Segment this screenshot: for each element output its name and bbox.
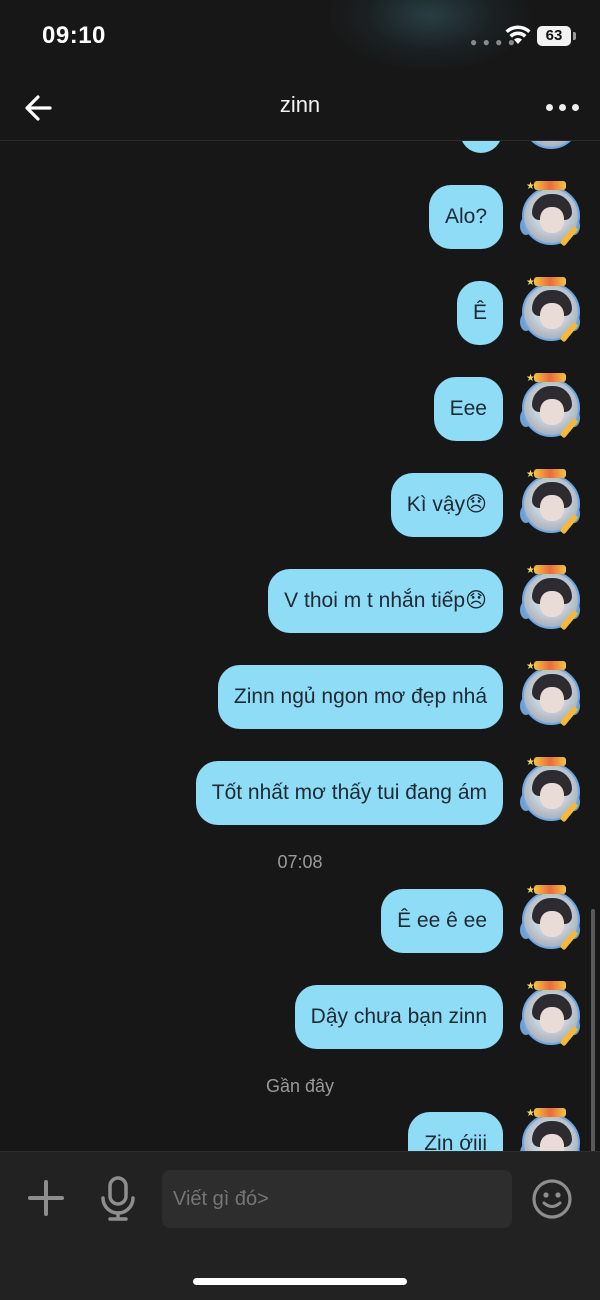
message-input[interactable] (162, 1170, 512, 1228)
avatar[interactable] (522, 141, 580, 149)
battery-icon (573, 32, 576, 40)
message-row: Alo? ★ (0, 181, 600, 249)
chat-messages[interactable]: Alo? ★ Ê ★ Eee ★ Kì vậy😞 ★ V thoi m t nh… (0, 141, 600, 1151)
message-row: Zinn ngủ ngon mơ đẹp nhá ★ (0, 661, 600, 729)
message-row: Kì vậy😞 ★ (0, 469, 600, 537)
status-bar: 09:10 ● ● ● ● 63 (0, 0, 600, 74)
message-bubble[interactable]: Dậy chưa bạn zinn (294, 985, 503, 1049)
avatar[interactable]: ★ (520, 565, 580, 631)
message-bubble[interactable]: Zinn ngủ ngon mơ đẹp nhá (217, 665, 503, 729)
message-row: Eee ★ (0, 373, 600, 441)
message-bubble[interactable]: Ê (456, 281, 503, 345)
message-bubble[interactable]: Kì vậy😞 (390, 473, 503, 537)
avatar[interactable]: ★ (520, 277, 580, 343)
message-row: V thoi m t nhắn tiếp😞 ★ (0, 565, 600, 633)
avatar[interactable]: ★ (520, 373, 580, 439)
message-row: Tốt nhất mơ thấy tui đang ám ★ (0, 757, 600, 825)
message-bubble[interactable]: Zin ớiii (408, 1112, 503, 1151)
message-bubble[interactable]: V thoi m t nhắn tiếp😞 (268, 569, 503, 633)
message-bubble[interactable]: Eee (433, 377, 503, 441)
message-row: Ê ee ê ee ★ (0, 885, 600, 953)
chat-title: zinn (279, 92, 321, 117)
home-indicator[interactable] (193, 1278, 407, 1285)
battery-level: 63 (537, 26, 571, 46)
avatar[interactable]: ★ (520, 885, 580, 951)
message-bubble[interactable]: Alo? (428, 185, 503, 249)
avatar[interactable]: ★ (520, 181, 580, 247)
avatar[interactable]: ★ (520, 1108, 580, 1151)
timestamp: 07:08 (277, 852, 323, 872)
more-options-icon[interactable] (540, 90, 586, 124)
avatar[interactable]: ★ (520, 757, 580, 823)
message-bubble-partial[interactable] (460, 141, 502, 153)
message-row: Zin ớiii ★ (0, 1108, 600, 1151)
avatar[interactable]: ★ (520, 469, 580, 535)
message-row: Dậy chưa bạn zinn ★ (0, 981, 600, 1049)
message-bubble[interactable]: Tốt nhất mơ thấy tui đang ám (195, 761, 503, 825)
wifi-icon (505, 25, 531, 44)
message-bubble[interactable]: Ê ee ê ee (381, 889, 503, 953)
scrollbar[interactable] (591, 909, 595, 1151)
message-row: Ê ★ (0, 277, 600, 345)
avatar[interactable]: ★ (520, 661, 580, 727)
status-time: 09:10 (42, 22, 106, 49)
nav-bar: zinn (0, 74, 600, 141)
avatar[interactable]: ★ (520, 981, 580, 1047)
emoji-icon[interactable] (531, 1178, 573, 1220)
timestamp: Gần đây (265, 1076, 335, 1096)
microphone-icon[interactable] (98, 1174, 138, 1222)
message-row-partial (0, 141, 600, 153)
plus-icon[interactable] (26, 1178, 66, 1218)
